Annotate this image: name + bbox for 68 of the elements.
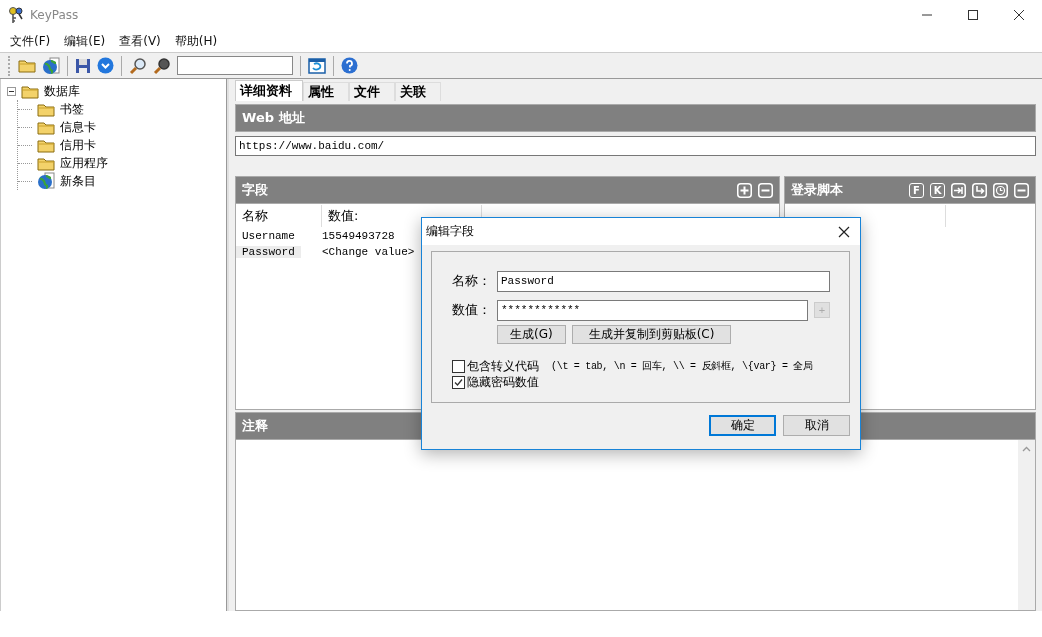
clock-icon[interactable] xyxy=(993,182,1008,198)
tree-item[interactable]: 新条目 xyxy=(60,172,96,190)
section-title: 字段 xyxy=(242,181,269,199)
folder-icon xyxy=(37,119,55,135)
generate-copy-button[interactable]: 生成并复制到剪贴板(C) xyxy=(571,325,732,344)
save-icon[interactable] xyxy=(75,57,91,74)
field-label: 数值： xyxy=(452,301,492,319)
magnifier-icon[interactable] xyxy=(153,56,171,75)
caret-up-icon[interactable] xyxy=(1022,446,1031,452)
tree-item[interactable]: 数据库 xyxy=(44,82,80,100)
generate-button[interactable]: 生成(G) xyxy=(497,325,566,344)
tab-key-icon[interactable] xyxy=(951,182,966,198)
menu-item[interactable]: 帮助(H) xyxy=(167,32,225,50)
key-button[interactable]: K xyxy=(930,182,945,198)
collapse-toggle[interactable] xyxy=(7,86,16,96)
cancel-button[interactable]: 取消 xyxy=(783,415,850,436)
minus-icon[interactable] xyxy=(1014,182,1029,198)
folder-icon xyxy=(21,83,39,99)
menu-item[interactable]: 查看(V) xyxy=(112,32,168,50)
search-icon[interactable] xyxy=(129,56,147,75)
ok-button[interactable]: 确定 xyxy=(709,415,776,436)
plus-icon[interactable] xyxy=(737,182,752,198)
maximize-icon[interactable] xyxy=(967,9,979,21)
field-name[interactable]: Username xyxy=(236,230,295,242)
tree-item[interactable]: 信用卡 xyxy=(60,136,96,154)
tab[interactable]: 文件 xyxy=(349,82,395,101)
tab[interactable]: 属性 xyxy=(303,82,349,101)
search-field[interactable] xyxy=(177,56,293,75)
refresh-icon[interactable] xyxy=(308,57,326,74)
tab[interactable]: 详细资料 xyxy=(235,80,303,101)
menu-item[interactable]: 文件(F) xyxy=(3,32,58,50)
name-field[interactable]: Password xyxy=(497,270,830,292)
section-header: Web 地址 xyxy=(235,104,1036,132)
menu-item[interactable]: 编辑(E) xyxy=(57,32,113,50)
scrollbar[interactable] xyxy=(1018,440,1035,610)
section-title: 登录脚本 xyxy=(791,181,844,199)
tree-item[interactable]: 信息卡 xyxy=(60,118,96,136)
hint-text: (\t = tab, \n = 回车, \\ = 反斜框, \{var} = 全局 xyxy=(551,359,813,373)
close-icon[interactable] xyxy=(838,225,850,238)
column-header[interactable]: 名称 xyxy=(236,205,322,227)
field-value: 15549493728 xyxy=(322,230,395,242)
notes-field[interactable] xyxy=(235,440,1036,611)
checkbox-label[interactable]: 包含转义代码 xyxy=(467,357,539,375)
field-name[interactable]: Password xyxy=(236,246,301,258)
globe-icon xyxy=(37,172,55,190)
enter-key-icon[interactable] xyxy=(972,182,987,198)
key-button[interactable]: F xyxy=(909,182,924,198)
open-folder-icon xyxy=(18,58,36,73)
field-value: <Change value> xyxy=(322,246,415,258)
checkbox[interactable] xyxy=(452,359,465,373)
tree-item[interactable]: 书签 xyxy=(60,100,84,118)
close-icon[interactable] xyxy=(1013,9,1025,21)
minus-icon[interactable] xyxy=(758,182,773,198)
folder-icon xyxy=(37,155,55,171)
tab[interactable]: 关联 xyxy=(395,82,441,101)
checkbox[interactable] xyxy=(452,375,465,389)
tree-item[interactable]: 应用程序 xyxy=(60,154,108,172)
help-icon[interactable] xyxy=(341,57,358,74)
globe-icon xyxy=(42,56,60,75)
folder-icon xyxy=(37,101,55,117)
url-field[interactable]: https://www.baidu.com/ xyxy=(235,136,1036,156)
folder-icon xyxy=(37,137,55,153)
chevron-down-icon[interactable] xyxy=(97,57,114,74)
field-label: 名称： xyxy=(452,272,492,290)
value-field[interactable]: ************ xyxy=(497,299,808,321)
window-title: KeyPass xyxy=(30,8,80,22)
checkbox-label[interactable]: 隐藏密码数值 xyxy=(467,373,539,391)
keys-icon xyxy=(8,6,24,24)
